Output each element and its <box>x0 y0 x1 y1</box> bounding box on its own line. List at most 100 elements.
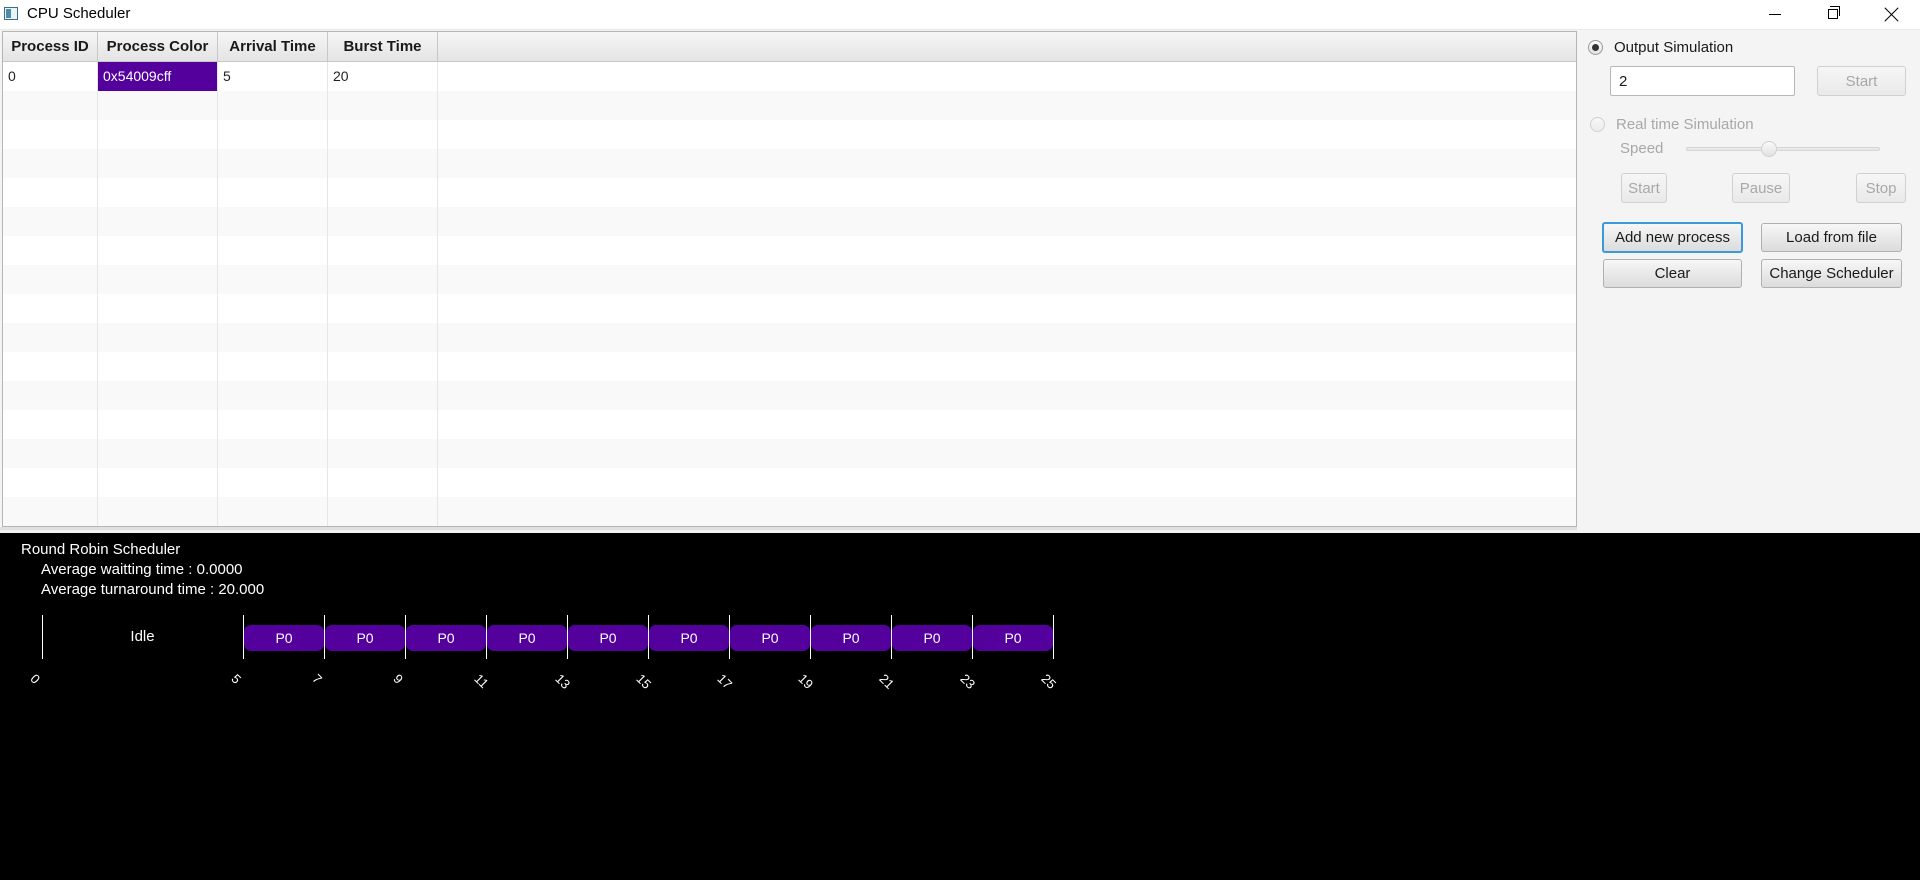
cell-process-id <box>3 265 98 294</box>
cell-burst-time <box>328 120 438 149</box>
cell-burst-time <box>328 178 438 207</box>
output-start-button[interactable]: Start <box>1817 66 1906 96</box>
process-table[interactable]: Process ID Process Color Arrival Time Bu… <box>2 31 1577 527</box>
cell-burst-time <box>328 352 438 381</box>
cell-arrival-time[interactable]: 5 <box>218 62 328 91</box>
empty-table-row <box>3 294 1576 323</box>
cell-process-id <box>3 294 98 323</box>
cell-process-color <box>98 439 218 468</box>
cell-process-color <box>98 294 218 323</box>
load-from-file-button[interactable]: Load from file <box>1761 223 1902 252</box>
cell-burst-time <box>328 410 438 439</box>
cell-arrival-time <box>218 265 328 294</box>
cell-arrival-time <box>218 236 328 265</box>
cell-burst-time <box>328 381 438 410</box>
gantt-tick-label: 5 <box>228 671 245 687</box>
cell-process-id <box>3 207 98 236</box>
realtime-simulation-radio[interactable] <box>1590 117 1605 132</box>
cell-process-color <box>98 91 218 120</box>
cell-arrival-time <box>218 381 328 410</box>
table-header: Process ID Process Color Arrival Time Bu… <box>3 32 1576 62</box>
cell-process-color <box>98 207 218 236</box>
restore-button[interactable] <box>1804 0 1862 29</box>
cell-arrival-time <box>218 120 328 149</box>
column-header-burst-time[interactable]: Burst Time <box>328 32 438 61</box>
empty-table-row <box>3 149 1576 178</box>
cell-process-color <box>98 468 218 497</box>
control-panel: Output Simulation Start Real time Simula… <box>1577 31 1920 528</box>
app-icon <box>4 7 18 20</box>
gantt-chart: 0 5 7 9 11 13 15 17 19 21 23 25 Idle P0 P0 P0 P0 P0 P0 P0 P0… <box>0 615 1920 705</box>
gantt-process-block: P0 <box>487 625 567 651</box>
realtime-start-button[interactable]: Start <box>1621 173 1667 203</box>
gantt-tick-label: 7 <box>309 671 326 687</box>
quantum-input[interactable] <box>1610 66 1795 96</box>
empty-table-row <box>3 410 1576 439</box>
add-new-process-button[interactable]: Add new process <box>1602 222 1743 253</box>
gantt-tick-label: 23 <box>957 671 979 692</box>
cell-arrival-time <box>218 352 328 381</box>
gantt-process-block: P0 <box>406 625 486 651</box>
cell-burst-time <box>328 294 438 323</box>
minimize-button[interactable] <box>1746 0 1804 29</box>
cell-burst-time <box>328 207 438 236</box>
output-simulation-radio[interactable] <box>1588 40 1603 55</box>
empty-table-row <box>3 468 1576 497</box>
output-simulation-label[interactable]: Output Simulation <box>1614 39 1733 56</box>
speed-label: Speed <box>1620 140 1664 157</box>
speed-slider-thumb[interactable] <box>1761 141 1777 157</box>
gantt-tick-label: 21 <box>876 671 898 692</box>
empty-table-row <box>3 439 1576 468</box>
cell-process-id <box>3 178 98 207</box>
cell-burst-time[interactable]: 20 <box>328 62 438 91</box>
clear-button[interactable]: Clear <box>1603 259 1742 288</box>
close-button[interactable] <box>1862 0 1920 29</box>
change-scheduler-button[interactable]: Change Scheduler <box>1761 259 1902 288</box>
empty-table-row <box>3 178 1576 207</box>
realtime-pause-button[interactable]: Pause <box>1732 173 1790 203</box>
gantt-process-block: P0 <box>649 625 729 651</box>
minimize-icon <box>1769 14 1781 15</box>
cell-process-color[interactable]: 0x54009cff <box>98 62 218 91</box>
cell-process-id <box>3 410 98 439</box>
cell-arrival-time <box>218 410 328 439</box>
empty-table-row <box>3 236 1576 265</box>
cell-process-id[interactable]: 0 <box>3 62 98 91</box>
empty-table-row <box>3 323 1576 352</box>
cell-process-id <box>3 352 98 381</box>
gantt-tick-label: 11 <box>471 671 492 692</box>
realtime-stop-button[interactable]: Stop <box>1856 173 1906 203</box>
column-header-arrival-time[interactable]: Arrival Time <box>218 32 328 61</box>
output-panel: Round Robin Scheduler Average waitting t… <box>0 533 1920 880</box>
cell-process-id <box>3 439 98 468</box>
cell-arrival-time <box>218 439 328 468</box>
speed-slider-track[interactable] <box>1686 147 1880 151</box>
cell-process-color <box>98 497 218 526</box>
cell-burst-time <box>328 265 438 294</box>
cell-process-id <box>3 149 98 178</box>
cell-burst-time <box>328 323 438 352</box>
realtime-simulation-label[interactable]: Real time Simulation <box>1616 116 1754 133</box>
column-header-process-id[interactable]: Process ID <box>3 32 98 61</box>
gantt-idle-label: Idle <box>130 628 155 645</box>
gantt-tick-label: 17 <box>714 671 736 692</box>
cell-process-color <box>98 381 218 410</box>
cell-burst-time <box>328 497 438 526</box>
table-row[interactable]: 0 0x54009cff 5 20 <box>3 62 1576 91</box>
cell-arrival-time <box>218 207 328 236</box>
column-header-process-color[interactable]: Process Color <box>98 32 218 61</box>
cell-arrival-time <box>218 178 328 207</box>
cell-process-color <box>98 149 218 178</box>
cell-burst-time <box>328 468 438 497</box>
gantt-process-block: P0 <box>325 625 405 651</box>
cell-process-id <box>3 381 98 410</box>
gantt-tick-label: 9 <box>390 671 407 687</box>
cell-arrival-time <box>218 91 328 120</box>
split-divider[interactable] <box>0 527 1577 530</box>
gantt-tick-label: 19 <box>795 671 817 692</box>
gantt-tick-label: 25 <box>1038 671 1060 692</box>
cell-process-color <box>98 236 218 265</box>
gantt-tick-label: 13 <box>552 671 574 692</box>
scheduler-name: Round Robin Scheduler <box>21 541 181 558</box>
restore-icon <box>1828 6 1840 19</box>
